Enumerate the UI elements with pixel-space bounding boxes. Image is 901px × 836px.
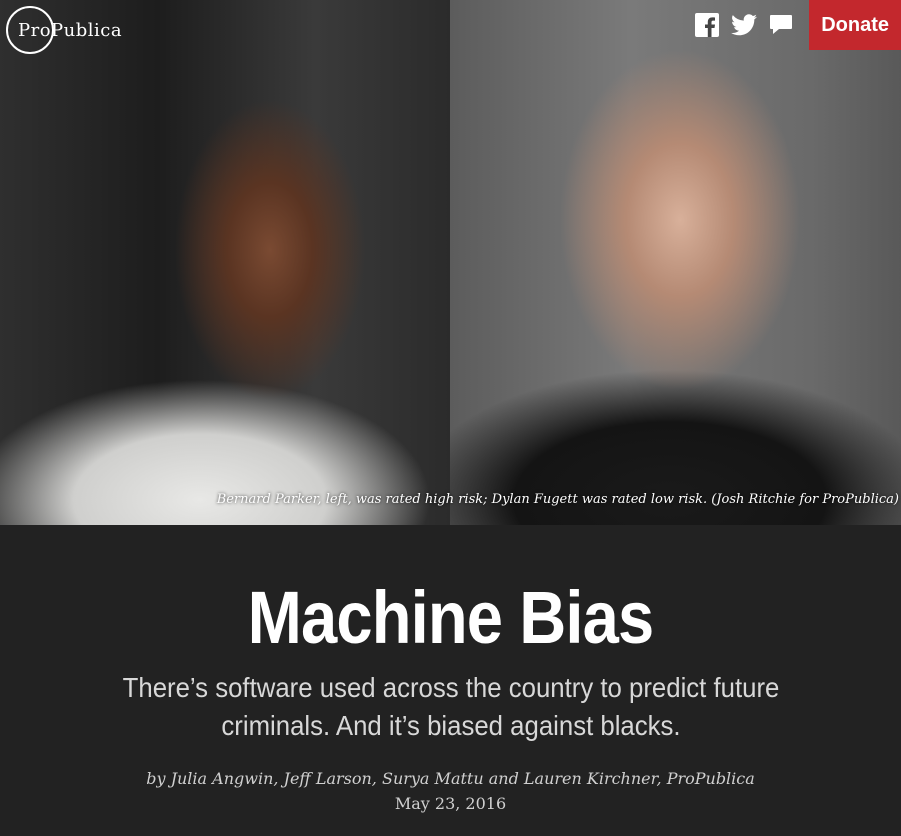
donate-button[interactable]: Donate: [809, 0, 901, 50]
article-title: Machine Bias: [247, 576, 655, 659]
portrait-right: [450, 0, 901, 525]
comment-icon[interactable]: [769, 14, 793, 36]
logo-text: ProPublica: [18, 19, 123, 41]
article-dek: There’s software used across the country…: [122, 672, 779, 741]
header-actions: Donate: [695, 0, 901, 50]
headline-block: Machine Bias There’s software used acros…: [0, 525, 901, 836]
article-byline: by Julia Angwin, Jeff Larson, Surya Matt…: [146, 769, 755, 788]
article-date: May 23, 2016: [394, 794, 507, 813]
article-page: Bernard Parker, left, was rated high ris…: [0, 0, 901, 836]
portrait-left: [0, 0, 450, 525]
propublica-logo[interactable]: ProPublica: [6, 4, 122, 56]
facebook-icon[interactable]: [695, 13, 720, 37]
twitter-icon[interactable]: [731, 14, 758, 36]
photo-caption: Bernard Parker, left, was rated high ris…: [216, 492, 899, 507]
hero-image: Bernard Parker, left, was rated high ris…: [0, 0, 901, 525]
